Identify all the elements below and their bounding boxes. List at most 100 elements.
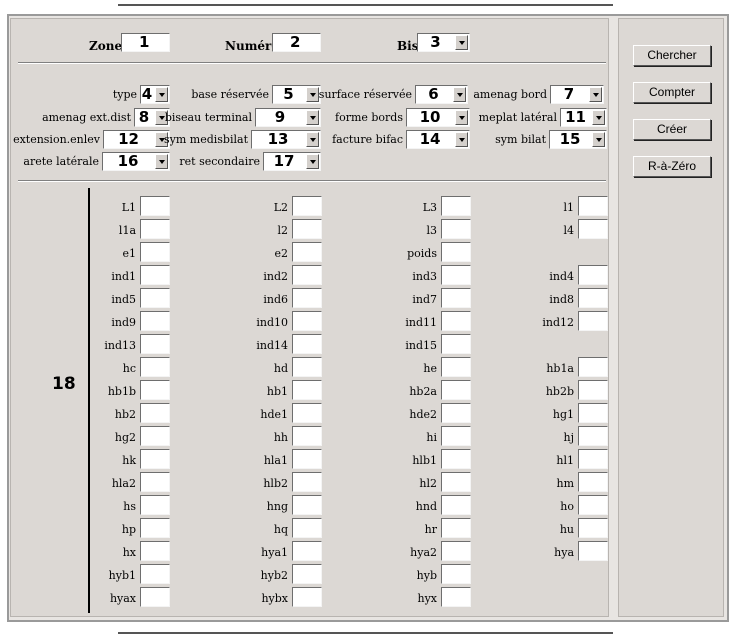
measure-input[interactable] [578,196,608,216]
attribute-select[interactable]: 5 [272,85,321,104]
measure-input[interactable] [578,426,608,446]
measure-input[interactable] [578,265,608,285]
measure-input[interactable] [140,495,170,515]
measure-input[interactable] [441,403,471,423]
measure-input[interactable] [140,403,170,423]
attribute-select[interactable]: 10 [406,108,470,127]
measure-input[interactable] [441,518,471,538]
measure-input[interactable] [292,265,322,285]
measure-input[interactable] [140,380,170,400]
measure-input[interactable] [292,334,322,354]
chevron-down-icon[interactable] [455,132,468,147]
measure-input[interactable] [441,311,471,331]
measure-input[interactable] [140,265,170,285]
measure-input[interactable] [140,196,170,216]
create-button[interactable]: Créer [633,119,711,140]
measure-input[interactable] [140,564,170,584]
attribute-select[interactable]: 11 [560,108,607,127]
search-button[interactable]: Chercher [633,45,711,66]
measure-input[interactable] [292,426,322,446]
measure-input[interactable] [292,587,322,607]
measure-input[interactable] [292,380,322,400]
attribute-select[interactable]: 7 [550,85,604,104]
attribute-select[interactable]: 12 [103,130,170,149]
numero-field[interactable]: 2 [272,33,321,52]
measure-input[interactable] [578,219,608,239]
measure-input[interactable] [292,541,322,561]
measure-input[interactable] [441,541,471,561]
measure-input[interactable] [292,403,322,423]
attribute-select[interactable]: 17 [263,152,321,171]
measure-input[interactable] [578,495,608,515]
measure-input[interactable] [441,265,471,285]
measure-input[interactable] [292,288,322,308]
measure-input[interactable] [292,495,322,515]
measure-input[interactable] [140,311,170,331]
measure-input[interactable] [441,196,471,216]
measure-input[interactable] [292,472,322,492]
measure-input[interactable] [441,357,471,377]
chevron-down-icon[interactable] [306,132,319,147]
measure-input[interactable] [441,587,471,607]
measure-input[interactable] [140,288,170,308]
measure-input[interactable] [578,518,608,538]
measure-input[interactable] [292,219,322,239]
bis-select[interactable]: 3 [417,33,470,52]
measure-input[interactable] [441,219,471,239]
chevron-down-icon[interactable] [453,87,466,102]
chevron-down-icon[interactable] [306,110,319,125]
count-button[interactable]: Compter [633,82,711,103]
measure-input[interactable] [140,334,170,354]
reset-button[interactable]: R-à-Zéro [633,156,711,177]
measure-input[interactable] [578,357,608,377]
measure-input[interactable] [441,564,471,584]
chevron-down-icon[interactable] [155,154,168,169]
measure-input[interactable] [441,334,471,354]
measure-input[interactable] [578,311,608,331]
chevron-down-icon[interactable] [306,154,319,169]
measure-input[interactable] [140,242,170,262]
measure-input[interactable] [441,449,471,469]
chevron-down-icon[interactable] [589,87,602,102]
measure-input[interactable] [292,242,322,262]
chevron-down-icon[interactable] [455,110,468,125]
chevron-down-icon[interactable] [455,35,468,50]
attribute-select[interactable]: 13 [251,130,321,149]
measure-input[interactable] [441,380,471,400]
measure-input[interactable] [578,288,608,308]
measure-input[interactable] [140,449,170,469]
measure-input[interactable] [441,426,471,446]
measure-input[interactable] [441,288,471,308]
measure-input[interactable] [140,357,170,377]
measure-input[interactable] [292,196,322,216]
measure-input[interactable] [441,242,471,262]
measure-input[interactable] [140,518,170,538]
attribute-select[interactable]: 6 [415,85,468,104]
measure-input[interactable] [140,426,170,446]
measure-input[interactable] [441,495,471,515]
attribute-select[interactable]: 16 [102,152,170,171]
attribute-select[interactable]: 14 [406,130,470,149]
measure-input[interactable] [140,472,170,492]
measure-input[interactable] [292,564,322,584]
chevron-down-icon[interactable] [155,87,168,102]
chevron-down-icon[interactable] [592,110,605,125]
zone-field[interactable]: 1 [121,33,170,52]
chevron-down-icon[interactable] [592,132,605,147]
measure-input[interactable] [578,449,608,469]
measure-input[interactable] [140,219,170,239]
measure-input[interactable] [140,541,170,561]
measure-input[interactable] [578,380,608,400]
measure-input[interactable] [292,518,322,538]
chevron-down-icon[interactable] [306,87,319,102]
measure-input[interactable] [292,357,322,377]
measure-input[interactable] [578,472,608,492]
attribute-select[interactable]: 15 [549,130,607,149]
measure-input[interactable] [578,403,608,423]
attribute-select[interactable]: 9 [255,108,321,127]
measure-input[interactable] [292,311,322,331]
measure-input[interactable] [578,541,608,561]
measure-input[interactable] [292,449,322,469]
measure-input[interactable] [441,472,471,492]
attribute-select[interactable]: 4 [140,85,170,104]
